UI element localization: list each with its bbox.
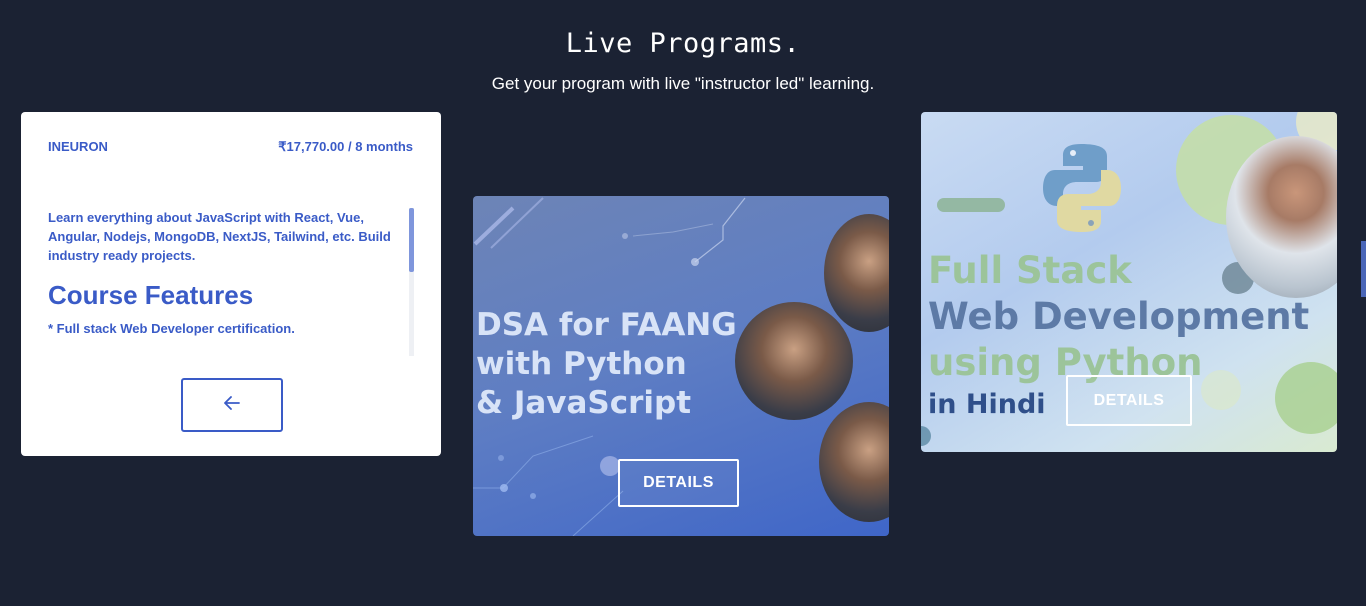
banner-line: with Python <box>476 346 687 382</box>
python-logo-icon <box>1043 144 1121 232</box>
course-card-fullstack[interactable]: Full Stack Web Development using Python … <box>921 112 1337 452</box>
arrow-left-icon <box>224 395 240 415</box>
back-button[interactable] <box>181 378 283 432</box>
feature-item: * Full stack Web Developer certification… <box>48 321 295 336</box>
section-title: Live Programs. <box>565 28 801 59</box>
scrollbar-thumb[interactable] <box>409 208 414 272</box>
banner-line: Full Stack <box>928 249 1132 292</box>
banner-line: Web Development <box>928 295 1310 338</box>
provider-label: INEURON <box>48 139 108 154</box>
course-card-details: INEURON ₹17,770.00 / 8 months Learn ever… <box>21 112 441 456</box>
banner-line: in Hindi <box>928 389 1046 420</box>
instructor-photo <box>735 302 853 420</box>
side-tab[interactable] <box>1361 241 1366 297</box>
banner-line: DSA for FAANG <box>476 307 737 343</box>
course-card-dsa[interactable]: DSA for FAANG with Python & JavaScript D… <box>473 196 889 536</box>
details-button[interactable]: DETAILS <box>1066 375 1192 426</box>
course-description-scroll[interactable]: Learn everything about JavaScript with R… <box>48 208 408 354</box>
section-subtitle: Get your program with live "instructor l… <box>491 74 875 93</box>
banner-line: & JavaScript <box>476 385 692 421</box>
features-heading: Course Features <box>48 280 254 310</box>
details-button[interactable]: DETAILS <box>618 459 739 507</box>
price-label: ₹17,770.00 / 8 months <box>278 139 413 154</box>
course-description: Learn everything about JavaScript with R… <box>48 210 391 263</box>
scrollbar[interactable] <box>409 208 414 356</box>
course-banner-title: DSA for FAANG with Python & JavaScript <box>476 306 737 423</box>
